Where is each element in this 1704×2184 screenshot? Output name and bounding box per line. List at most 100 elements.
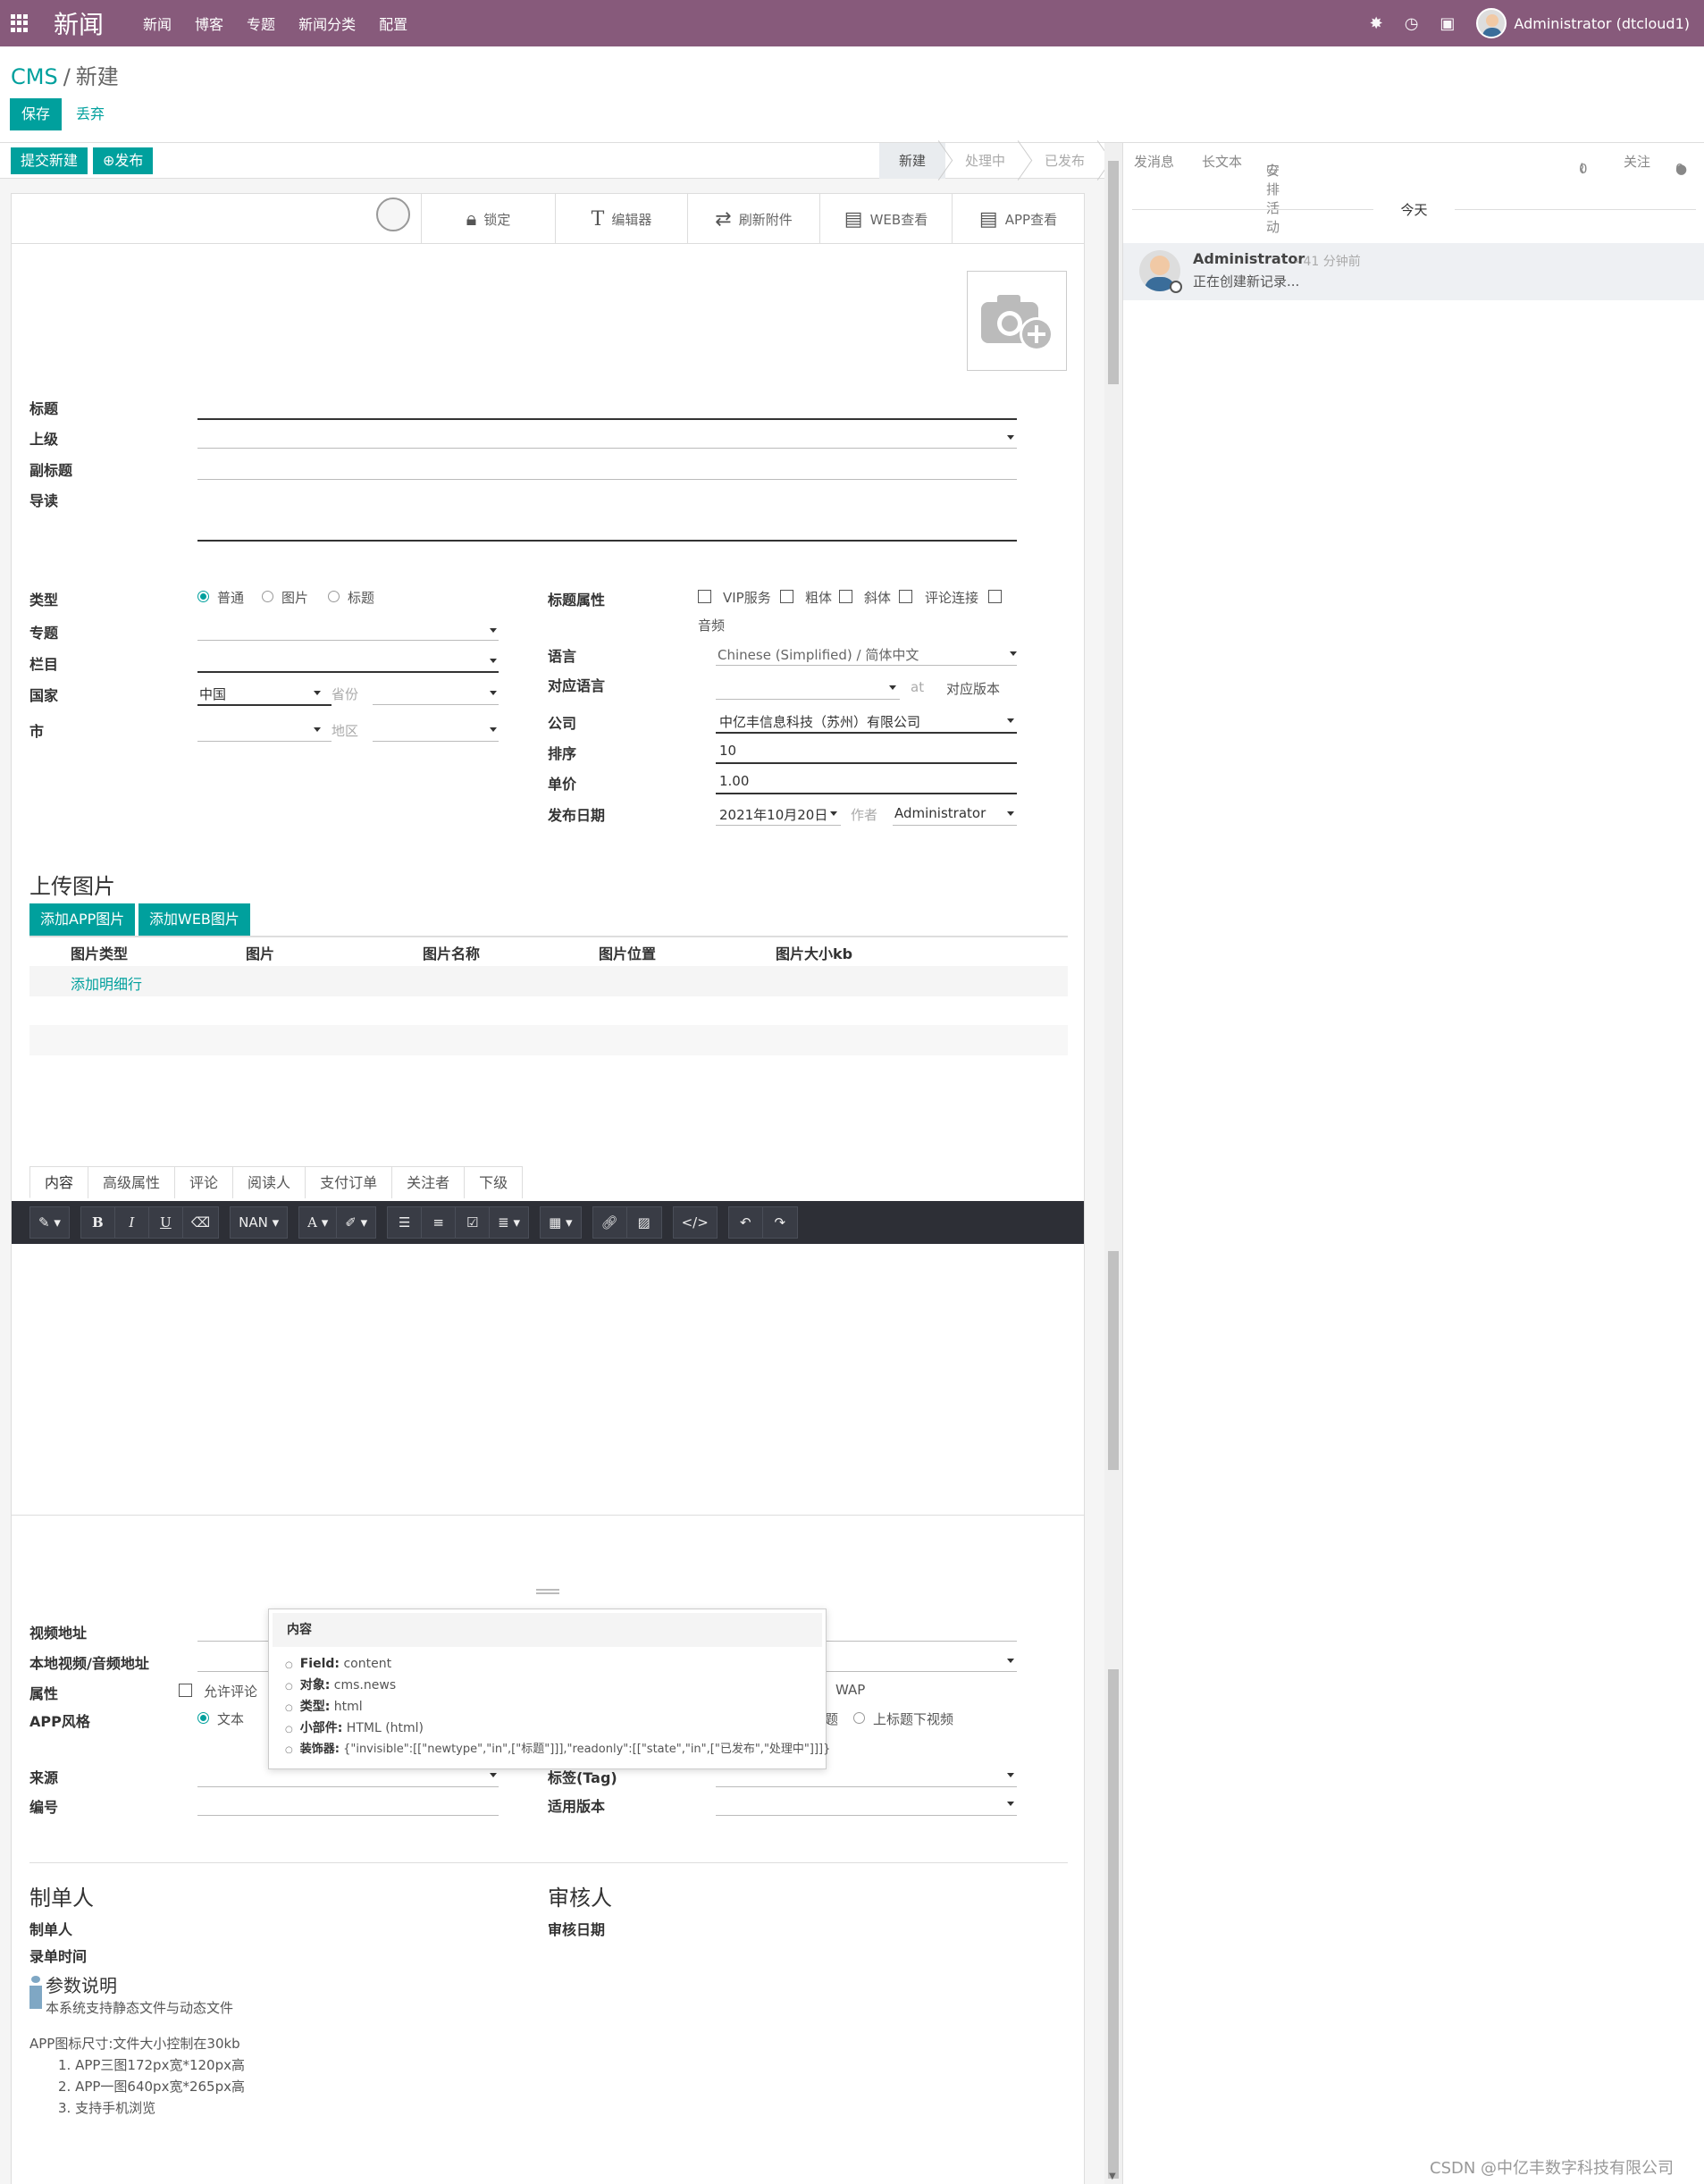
add-app-image-button[interactable]: 添加APP图片 (29, 903, 136, 936)
province-select[interactable] (373, 704, 499, 705)
col-image-position[interactable]: 图片位置 (599, 942, 656, 963)
col-image-name[interactable]: 图片名称 (423, 942, 480, 963)
clock-icon[interactable]: ◷ (1405, 14, 1419, 33)
bold-button[interactable]: B (81, 1207, 115, 1238)
source-select[interactable] (197, 1786, 499, 1787)
menu-news-category[interactable]: 新闻分类 (298, 13, 356, 34)
tab-advanced[interactable]: 高级属性 (88, 1166, 176, 1198)
user-avatar[interactable] (1476, 8, 1507, 38)
tab-payment-orders[interactable]: 支付订单 (305, 1166, 393, 1198)
language-select[interactable] (716, 665, 1017, 666)
resize-handle[interactable] (536, 1589, 559, 1594)
checklist-icon[interactable]: ☑ (456, 1207, 491, 1238)
parent-select[interactable] (197, 448, 1017, 449)
stage-published[interactable]: 已发布 (1025, 143, 1104, 179)
tab-content[interactable]: 内容 (29, 1166, 89, 1198)
web-view-button[interactable]: ▤ WEB查看 (819, 194, 952, 244)
vip-checkbox[interactable] (698, 590, 711, 603)
price-value[interactable]: 1.00 (719, 773, 749, 789)
country-select[interactable] (197, 704, 332, 706)
align-dropdown[interactable]: ≣ ▾ (490, 1207, 528, 1238)
author-select[interactable] (893, 825, 1017, 826)
type-normal-radio[interactable] (197, 591, 209, 602)
undo-icon[interactable]: ↶ (729, 1207, 763, 1238)
submit-new-button[interactable]: 提交新建 (11, 147, 88, 174)
app-style-text-radio[interactable] (197, 1712, 209, 1724)
html-editor-area-lower[interactable] (11, 1516, 1085, 1596)
add-web-image-button[interactable]: 添加WEB图片 (139, 903, 250, 936)
menu-topic[interactable]: 专题 (247, 13, 275, 34)
menu-config[interactable]: 配置 (379, 13, 407, 34)
brush-dropdown[interactable]: ✐ ▾ (337, 1207, 375, 1238)
publish-button[interactable]: ⊕发布 (93, 147, 154, 174)
tab-comments[interactable]: 评论 (174, 1166, 234, 1198)
publish-date-input[interactable] (716, 825, 841, 826)
gift-icon[interactable]: ▣ (1440, 14, 1455, 33)
stage-new[interactable]: 新建 (878, 143, 945, 179)
col-image-size[interactable]: 图片大小kb (776, 942, 852, 963)
allow-comment-checkbox[interactable] (179, 1684, 192, 1697)
table-dropdown[interactable]: ▦ ▾ (541, 1207, 581, 1238)
corr-lang-select[interactable] (716, 699, 900, 700)
editor-button[interactable]: T 编辑器 (555, 194, 687, 244)
font-color-dropdown[interactable]: A ▾ (299, 1207, 338, 1238)
underline-button[interactable]: U (149, 1207, 183, 1238)
lock-button[interactable]: 🔒︎ 锁定 (421, 194, 555, 244)
refresh-attachments-button[interactable]: ⇄ 刷新附件 (687, 194, 819, 244)
follow-button[interactable]: 关注 (1624, 152, 1650, 171)
message-author[interactable]: Administrator (1193, 250, 1305, 267)
version-select[interactable] (716, 1815, 1017, 1816)
sequence-value[interactable]: 10 (719, 743, 736, 759)
subtitle-input[interactable] (197, 479, 1017, 480)
col-image-type[interactable]: 图片类型 (71, 942, 128, 963)
save-button[interactable]: 保存 (10, 98, 63, 130)
breadcrumb-cms[interactable]: CMS (11, 64, 58, 89)
tab-followers[interactable]: 关注者 (391, 1166, 466, 1198)
column-select[interactable] (197, 671, 499, 673)
add-line-link[interactable]: 添加明细行 (71, 972, 142, 994)
file-image-icon[interactable]: ▨ (627, 1207, 661, 1238)
apps-menu-icon[interactable] (11, 14, 29, 32)
tab-readers[interactable]: 阅读人 (232, 1166, 306, 1198)
italic-checkbox[interactable] (839, 590, 852, 603)
author-value[interactable]: Administrator (894, 805, 986, 821)
number-input[interactable] (197, 1815, 499, 1816)
redo-icon[interactable]: ↷ (763, 1207, 797, 1238)
app-view-button[interactable]: ▤ APP查看 (952, 194, 1084, 244)
bold-checkbox[interactable] (780, 590, 793, 603)
tag-select[interactable] (716, 1786, 1017, 1787)
col-image[interactable]: 图片 (246, 942, 274, 963)
form-scrollbar[interactable]: ▼ (1104, 143, 1122, 2184)
style-dropdown[interactable]: ✎ ▾ (30, 1207, 69, 1238)
country-value[interactable]: 中国 (199, 685, 226, 703)
italic-button[interactable]: I (115, 1207, 149, 1238)
stage-processing[interactable]: 处理中 (945, 143, 1025, 179)
discard-button[interactable]: 丢弃 (76, 98, 105, 130)
bug-icon[interactable]: ✸ (1370, 14, 1383, 33)
log-note-button[interactable]: 长文本 (1202, 152, 1242, 171)
district-select[interactable] (373, 741, 499, 742)
type-image-radio[interactable] (262, 591, 273, 602)
app-style-video-under-radio[interactable] (853, 1712, 865, 1724)
intro-textarea[interactable] (197, 540, 1017, 542)
topic-select[interactable] (197, 640, 499, 641)
menu-blog[interactable]: 博客 (195, 13, 223, 34)
audio-checkbox[interactable] (988, 590, 1002, 603)
toggle-circle-button[interactable] (376, 197, 410, 231)
menu-news[interactable]: 新闻 (143, 13, 172, 34)
font-size-dropdown[interactable]: NAN ▾ (231, 1207, 287, 1238)
company-select[interactable] (716, 732, 1017, 734)
language-value[interactable]: Chinese (Simplified) / 简体中文 (718, 645, 919, 664)
ordered-list-icon[interactable]: ≡ (422, 1207, 457, 1238)
user-menu[interactable]: Administrator (dtcloud1) (1514, 15, 1690, 32)
eraser-icon[interactable]: ⌫ (183, 1207, 218, 1238)
app-brand[interactable]: 新闻 (54, 5, 104, 41)
type-title-radio[interactable] (328, 591, 340, 602)
bullet-list-icon[interactable]: ☰ (388, 1207, 423, 1238)
scroll-down-icon[interactable]: ▼ (1109, 2171, 1116, 2181)
tab-children[interactable]: 下级 (464, 1166, 524, 1198)
html-editor-area[interactable] (12, 1244, 1084, 1512)
image-upload[interactable] (967, 271, 1067, 371)
link-icon[interactable]: 🔗︎ (593, 1207, 627, 1238)
send-message-button[interactable]: 发消息 (1134, 152, 1174, 171)
